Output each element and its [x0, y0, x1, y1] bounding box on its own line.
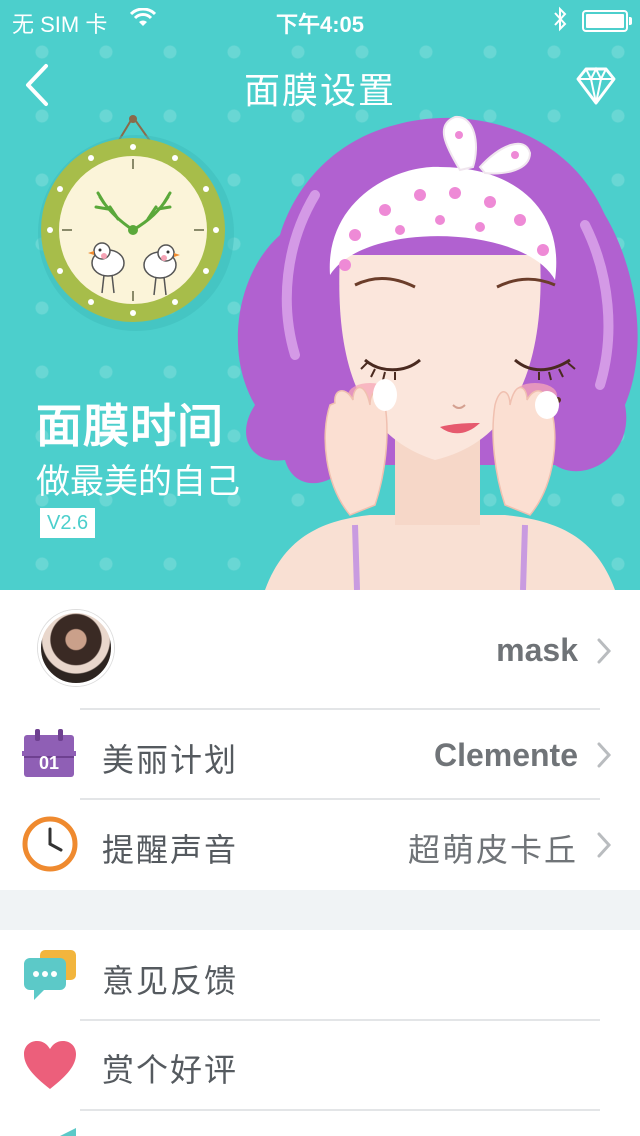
hero-banner: 无 SIM 卡 下午4:05 面膜设置 面膜时间 做最美的自己 V2.6 [0, 0, 640, 590]
calendar-icon: 01 [22, 729, 76, 777]
status-bar: 无 SIM 卡 下午4:05 [0, 0, 640, 40]
beauty-plan-value: Clemente [433, 737, 578, 773]
reminder-sound-value: 超萌皮卡丘 [407, 831, 578, 869]
hero-title: 面膜时间 [36, 399, 224, 453]
reminder-sound-row[interactable]: 提醒声音 超萌皮卡丘 [0, 800, 640, 890]
clock-icon [22, 816, 78, 872]
girl-face-mask-illustration [237, 115, 638, 590]
settings-group: mask 01 美丽计划 Clemente 提醒声音 超萌皮卡丘 [0, 590, 640, 890]
divider [80, 1109, 600, 1111]
profile-name: mask [496, 632, 578, 668]
profile-row[interactable]: mask [0, 590, 640, 708]
beauty-plan-row[interactable]: 01 美丽计划 Clemente [0, 710, 640, 798]
bluetooth-icon [554, 6, 567, 32]
avatar[interactable] [38, 610, 114, 686]
heart-icon [24, 1041, 76, 1089]
chevron-right-icon [597, 638, 612, 664]
chevron-right-icon [597, 832, 612, 858]
wall-clock-illustration [38, 115, 234, 331]
feedback-label: 意见反馈 [102, 962, 239, 1000]
partial-next-icon [60, 1128, 76, 1136]
rate-row[interactable]: 赏个好评 [0, 1021, 640, 1109]
rate-label: 赏个好评 [102, 1051, 239, 1089]
hero-subtitle: 做最美的自己 [36, 462, 240, 502]
beauty-plan-label: 美丽计划 [102, 741, 239, 779]
status-time: 下午4:05 [275, 12, 365, 37]
chevron-right-icon [597, 742, 612, 768]
calendar-icon-text: 01 [39, 753, 59, 773]
feedback-row[interactable]: 意见反馈 [0, 930, 640, 1020]
more-group: 意见反馈 赏个好评 [0, 930, 640, 1136]
diamond-icon[interactable] [574, 66, 618, 106]
battery-icon [582, 10, 632, 32]
reminder-sound-label: 提醒声音 [102, 831, 239, 869]
version-badge: V2.6 [40, 508, 96, 538]
chat-bubble-icon [24, 950, 76, 1000]
